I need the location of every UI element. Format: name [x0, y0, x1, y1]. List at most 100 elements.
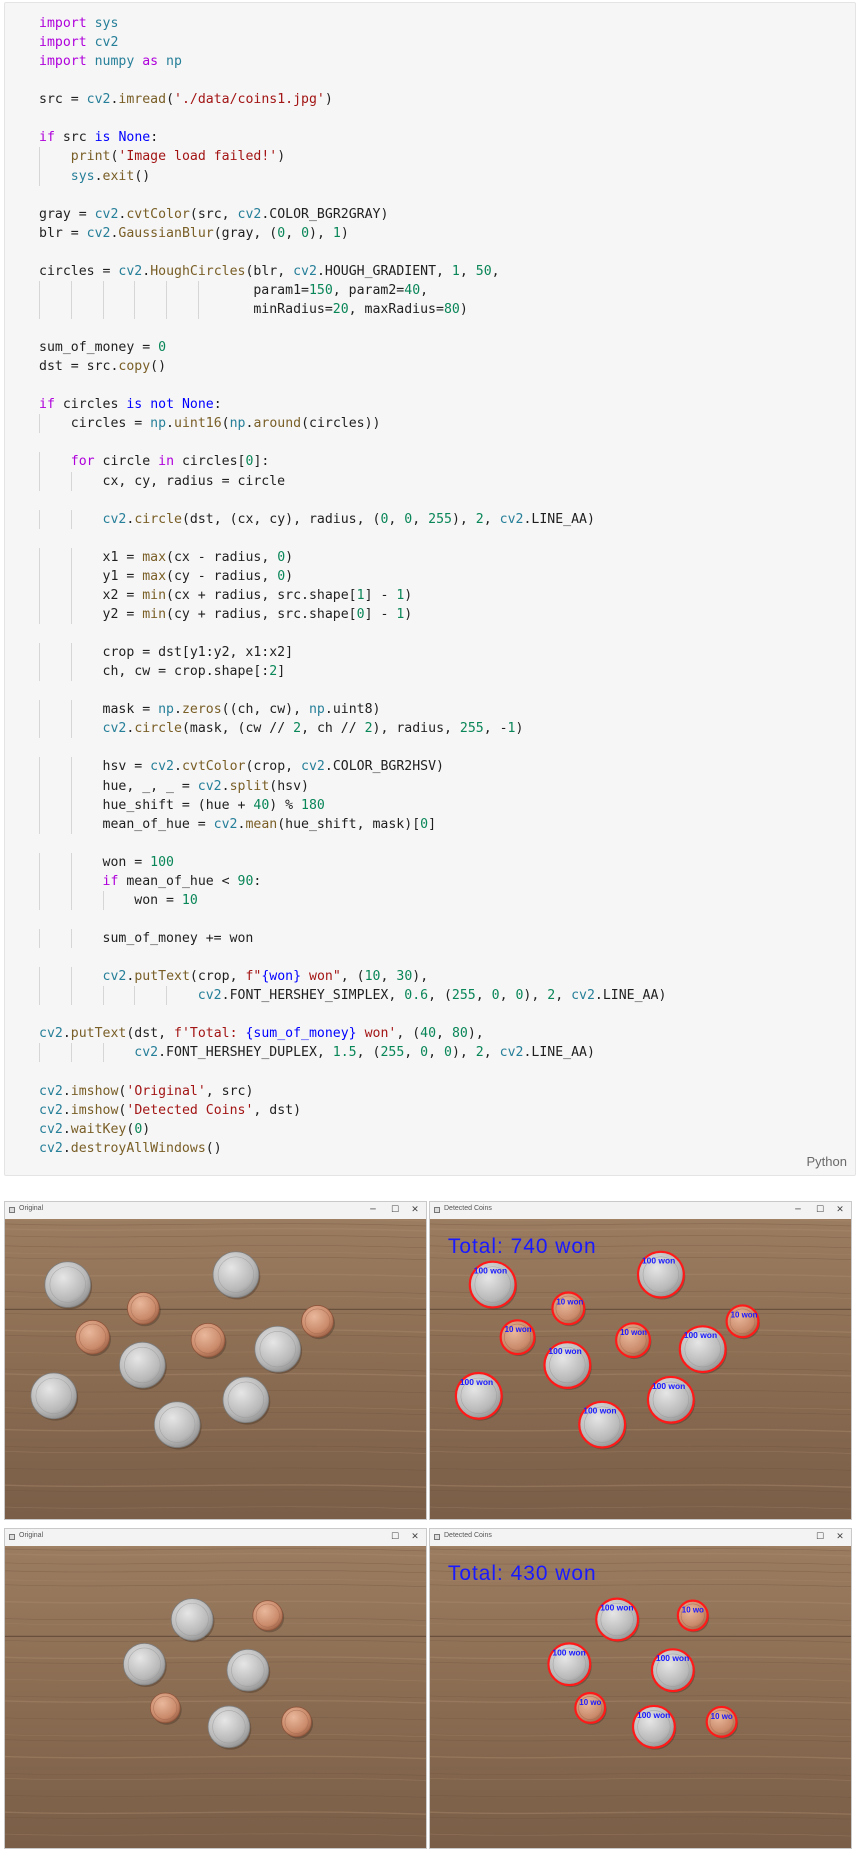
code-token: import: [39, 54, 87, 70]
code-token: .: [62, 1140, 71, 1156]
window-titlebar[interactable]: Detected Coins ☐ ✕: [430, 1529, 851, 1546]
code-token: 180: [301, 797, 325, 813]
window-title: Detected Coins: [444, 1532, 492, 1539]
window-titlebar[interactable]: Detected Coins ─ ☐ ✕: [430, 1202, 851, 1219]
detected-window-2[interactable]: Detected Coins ☐ ✕ 100 won 10 wo 100 won 10…: [429, 1528, 852, 1849]
code-token: (hsv): [269, 778, 309, 794]
code-line: hsv = cv2.cvtColor(crop, cv2.COLOR_BGR2H…: [39, 757, 666, 777]
code-token: y1 =: [39, 568, 143, 584]
indent-guide: [39, 967, 40, 987]
original-window-2[interactable]: Original ☐ ✕: [4, 1528, 427, 1849]
code-token: param1=: [39, 282, 309, 298]
image-canvas: [5, 1546, 426, 1848]
code-token: ) %: [269, 797, 302, 813]
code-token: f": [245, 969, 262, 985]
code-token: cv2: [571, 988, 595, 1004]
code-token: circles =: [39, 416, 151, 432]
code-line: if src is None:: [39, 128, 666, 147]
maximize-icon[interactable]: ☐: [388, 1531, 402, 1544]
indent-guide: [198, 299, 199, 319]
code-token: 255: [459, 721, 484, 737]
coin-value-label: 100 won: [656, 1653, 689, 1663]
code-token: cv2: [134, 1045, 159, 1061]
code-token: (: [166, 92, 175, 108]
code-token: .uint8): [324, 702, 381, 718]
window-titlebar[interactable]: Original ☐ ✕: [5, 1529, 426, 1546]
code-token: cv2: [102, 969, 127, 985]
code-token: cv2: [102, 721, 127, 737]
code-token: (): [134, 168, 151, 184]
coin-value-label: 100 won: [548, 1346, 581, 1356]
code-token: , (: [428, 988, 452, 1004]
coin-value-label: 100 won: [637, 1710, 670, 1720]
code-token: imshow: [70, 1083, 119, 1099]
code-token: cv2: [499, 511, 524, 527]
code-token: zeros: [181, 702, 222, 718]
code-token: mean: [245, 816, 278, 832]
maximize-icon[interactable]: ☐: [813, 1204, 827, 1217]
indent-guide: [70, 471, 72, 491]
code-token: ,: [499, 988, 516, 1004]
code-token: (src,: [189, 206, 238, 222]
code-token: import: [39, 16, 87, 31]
code-token: 20: [332, 301, 349, 317]
code-token: 30: [396, 969, 413, 985]
code-token: is: [94, 130, 111, 146]
indent-guide: [70, 929, 72, 949]
code-token: print: [70, 149, 111, 165]
app-icon: [434, 1207, 440, 1213]
code-token: 0: [277, 568, 286, 584]
code-token: , ch //: [301, 721, 365, 737]
code-token: 255: [428, 511, 452, 527]
code-token: ,: [285, 225, 302, 241]
detected-window-1[interactable]: Detected Coins ─ ☐ ✕ 100 won 100 won 10 wo…: [429, 1201, 852, 1520]
close-icon[interactable]: ✕: [833, 1204, 847, 1217]
code-line: circles = cv2.HoughCircles(blr, cv2.HOUG…: [39, 262, 666, 281]
original-window-1[interactable]: Original ─ ☐ ✕: [4, 1201, 427, 1520]
code-token: cv2: [301, 759, 325, 775]
code-line: dst = src.copy(): [39, 357, 666, 376]
minimize-icon[interactable]: ─: [366, 1204, 380, 1217]
code-token: cv2: [499, 1045, 524, 1061]
indent-guide: [39, 566, 40, 586]
code-token: .LINE_AA): [523, 511, 595, 527]
code-token: 90: [237, 873, 254, 889]
window-titlebar[interactable]: Original ─ ☐ ✕: [5, 1202, 426, 1219]
code-token: copy: [118, 359, 151, 375]
code-token: .: [62, 1026, 71, 1042]
image-canvas: 100 won 100 won 10 won 10 won 10 won 10 won 10…: [430, 1219, 851, 1519]
code-token: cv2: [197, 778, 222, 794]
close-icon[interactable]: ✕: [408, 1531, 422, 1544]
code-token: ,: [555, 988, 572, 1004]
close-icon[interactable]: ✕: [833, 1531, 847, 1544]
code-line: sum_of_money = 0: [39, 338, 666, 357]
code-token: .: [166, 416, 174, 432]
minimize-icon[interactable]: ─: [791, 1204, 805, 1217]
code-line: sys.exit(): [39, 166, 666, 186]
code-token: , (: [356, 1045, 381, 1061]
coin-value-label: 10 won: [620, 1328, 647, 1337]
indent-guide: [70, 662, 72, 682]
close-icon[interactable]: ✕: [408, 1204, 422, 1217]
code-token: cv2: [118, 263, 143, 279]
code-token: (crop,: [245, 759, 302, 775]
code-token: {sum_of_money}: [245, 1026, 357, 1042]
app-icon: [9, 1207, 15, 1213]
code-token: ,: [491, 263, 500, 279]
indent-guide: [70, 604, 72, 624]
indent-guide: [39, 414, 40, 434]
indent-guide: [70, 700, 72, 720]
code-line: print('Image load failed!'): [39, 147, 666, 167]
indent-guide: [39, 757, 40, 777]
code-line: cv2.circle(dst, (cx, cy), radius, (0, 0,…: [39, 509, 666, 529]
indent-guide: [166, 986, 168, 1006]
code-token: ): [459, 301, 468, 317]
maximize-icon[interactable]: ☐: [388, 1204, 402, 1217]
code-token: cvtColor: [181, 759, 246, 775]
maximize-icon[interactable]: ☐: [813, 1531, 827, 1544]
code-token: 0: [420, 1045, 429, 1061]
code-token: src =: [39, 92, 87, 108]
